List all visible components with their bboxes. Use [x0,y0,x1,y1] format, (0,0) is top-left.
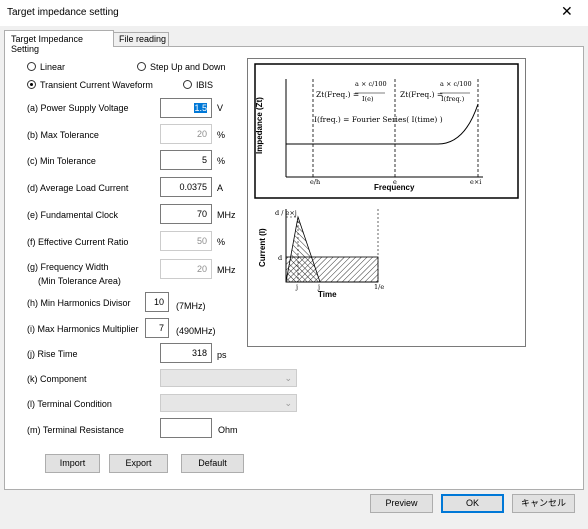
power-supply-voltage-unit: V [217,103,224,113]
ibis-label: IBIS [196,80,214,90]
ok-button[interactable]: OK [441,494,504,513]
current-y-label: Current (I) [258,228,267,267]
level-label: d [278,254,282,262]
power-supply-voltage-value: 1.5 [194,103,207,113]
chevron-down-icon: ⌄ [284,373,292,383]
max-harmonics-multiplier-input[interactable]: 7 [145,318,169,338]
max-harmonics-multiplier-hint: (490MHz) [176,326,216,336]
effective-current-ratio-input[interactable]: 50 [160,231,212,251]
diagram-svg: Impedance (Zt) Frequency Zt(Freq.) = a ×… [254,63,519,299]
rise-time-input[interactable]: 318 [160,343,212,363]
fundamental-clock-label: (e) Fundamental Clock [27,210,119,220]
min-tolerance-unit: % [217,156,226,166]
transient-label: Transient Current Waveform [40,80,153,90]
default-button[interactable]: Default [181,454,244,473]
effective-current-ratio-label: (f) Effective Current Ratio [27,237,129,247]
frequency-width-sublabel: (Min Tolerance Area) [38,276,121,286]
terminal-resistance-input[interactable] [160,418,212,438]
terminal-resistance-label: (m) Terminal Resistance [27,425,124,435]
close-icon[interactable]: ✕ [561,4,573,18]
peak-label: d / e×j [275,209,297,217]
tab-target-impedance-setting[interactable]: Target Impedance Setting [4,30,114,54]
tick-e-times-i: e×i [470,178,481,186]
min-harmonics-divisor-label: (h) Min Harmonics Divisor [27,298,131,308]
component-label: (k) Component [27,374,87,384]
average-load-current-unit: A [217,183,224,193]
effective-current-ratio-unit: % [217,237,226,247]
min-tolerance-label: (c) Min Tolerance [27,156,96,166]
current-pulse [285,215,321,283]
min-tolerance-input[interactable]: 5 [160,150,212,170]
max-tolerance-input[interactable]: 20 [160,124,212,144]
chevron-down-icon: ⌄ [284,398,292,408]
impedance-y-label: Impedance (Zt) [255,97,264,154]
average-load-current-input[interactable]: 0.0375 [160,177,212,197]
equation-1-denominator: I(e) [362,95,374,103]
tick-e: e [393,178,397,186]
terminal-condition-label: (l) Terminal Condition [27,399,112,409]
step-radio[interactable] [137,62,146,71]
tab-file-reading[interactable]: File reading [113,32,169,46]
fundamental-clock-unit: MHz [217,210,236,220]
tick-period: 1/e [374,283,384,291]
linear-radio[interactable] [27,62,36,71]
ibis-radio[interactable] [183,80,192,89]
max-harmonics-multiplier-label: (i) Max Harmonics Multiplier [27,324,139,334]
transient-radio[interactable] [27,80,36,89]
step-label: Step Up and Down [150,62,226,72]
tick-e-over-h: e/h [310,178,320,186]
rise-time-label: (j) Rise Time [27,349,78,359]
diagram-box: Impedance (Zt) Frequency Zt(Freq.) = a ×… [247,58,526,347]
preview-button[interactable]: Preview [370,494,433,513]
max-tolerance-label: (b) Max Tolerance [27,130,99,140]
average-load-current-label: (d) Average Load Current [27,183,129,193]
min-harmonics-divisor-hint: (7MHz) [176,301,206,311]
equation-2-numerator: a × c/100 [440,80,472,88]
tab-label: File reading [119,34,167,44]
tick-fall: j [317,283,320,291]
frequency-width-label: (g) Frequency Width [27,262,109,272]
min-harmonics-divisor-input[interactable]: 10 [145,292,169,312]
equation-1: Zt(Freq.) = [316,90,359,99]
equation-3: I(freq.) = Fourier Series( I(time) ) [314,115,443,124]
equation-1-numerator: a × c/100 [355,80,387,88]
tick-rise: j [295,283,298,291]
terminal-condition-select[interactable]: ⌄ [160,394,297,412]
import-button[interactable]: Import [45,454,100,473]
export-button[interactable]: Export [109,454,168,473]
linear-label: Linear [40,62,66,72]
current-x-label: Time [318,290,337,299]
equation-2-denominator: I(freq.) [441,95,465,103]
max-tolerance-unit: % [217,130,226,140]
tab-label: Target Impedance Setting [11,34,84,54]
equation-2: Zt(Freq.) = [400,90,443,99]
frequency-width-unit: MHz [217,265,236,275]
window-title: Target impedance setting [7,7,119,18]
cancel-button[interactable]: キャンセル [512,494,575,513]
power-supply-voltage-label: (a) Power Supply Voltage [27,103,129,113]
power-supply-voltage-input[interactable]: 1.5 [160,98,212,118]
fundamental-clock-input[interactable]: 70 [160,204,212,224]
terminal-resistance-unit: Ohm [218,425,238,435]
rise-time-unit: ps [217,350,227,360]
frequency-width-input[interactable]: 20 [160,259,212,279]
component-select[interactable]: ⌄ [160,369,297,387]
